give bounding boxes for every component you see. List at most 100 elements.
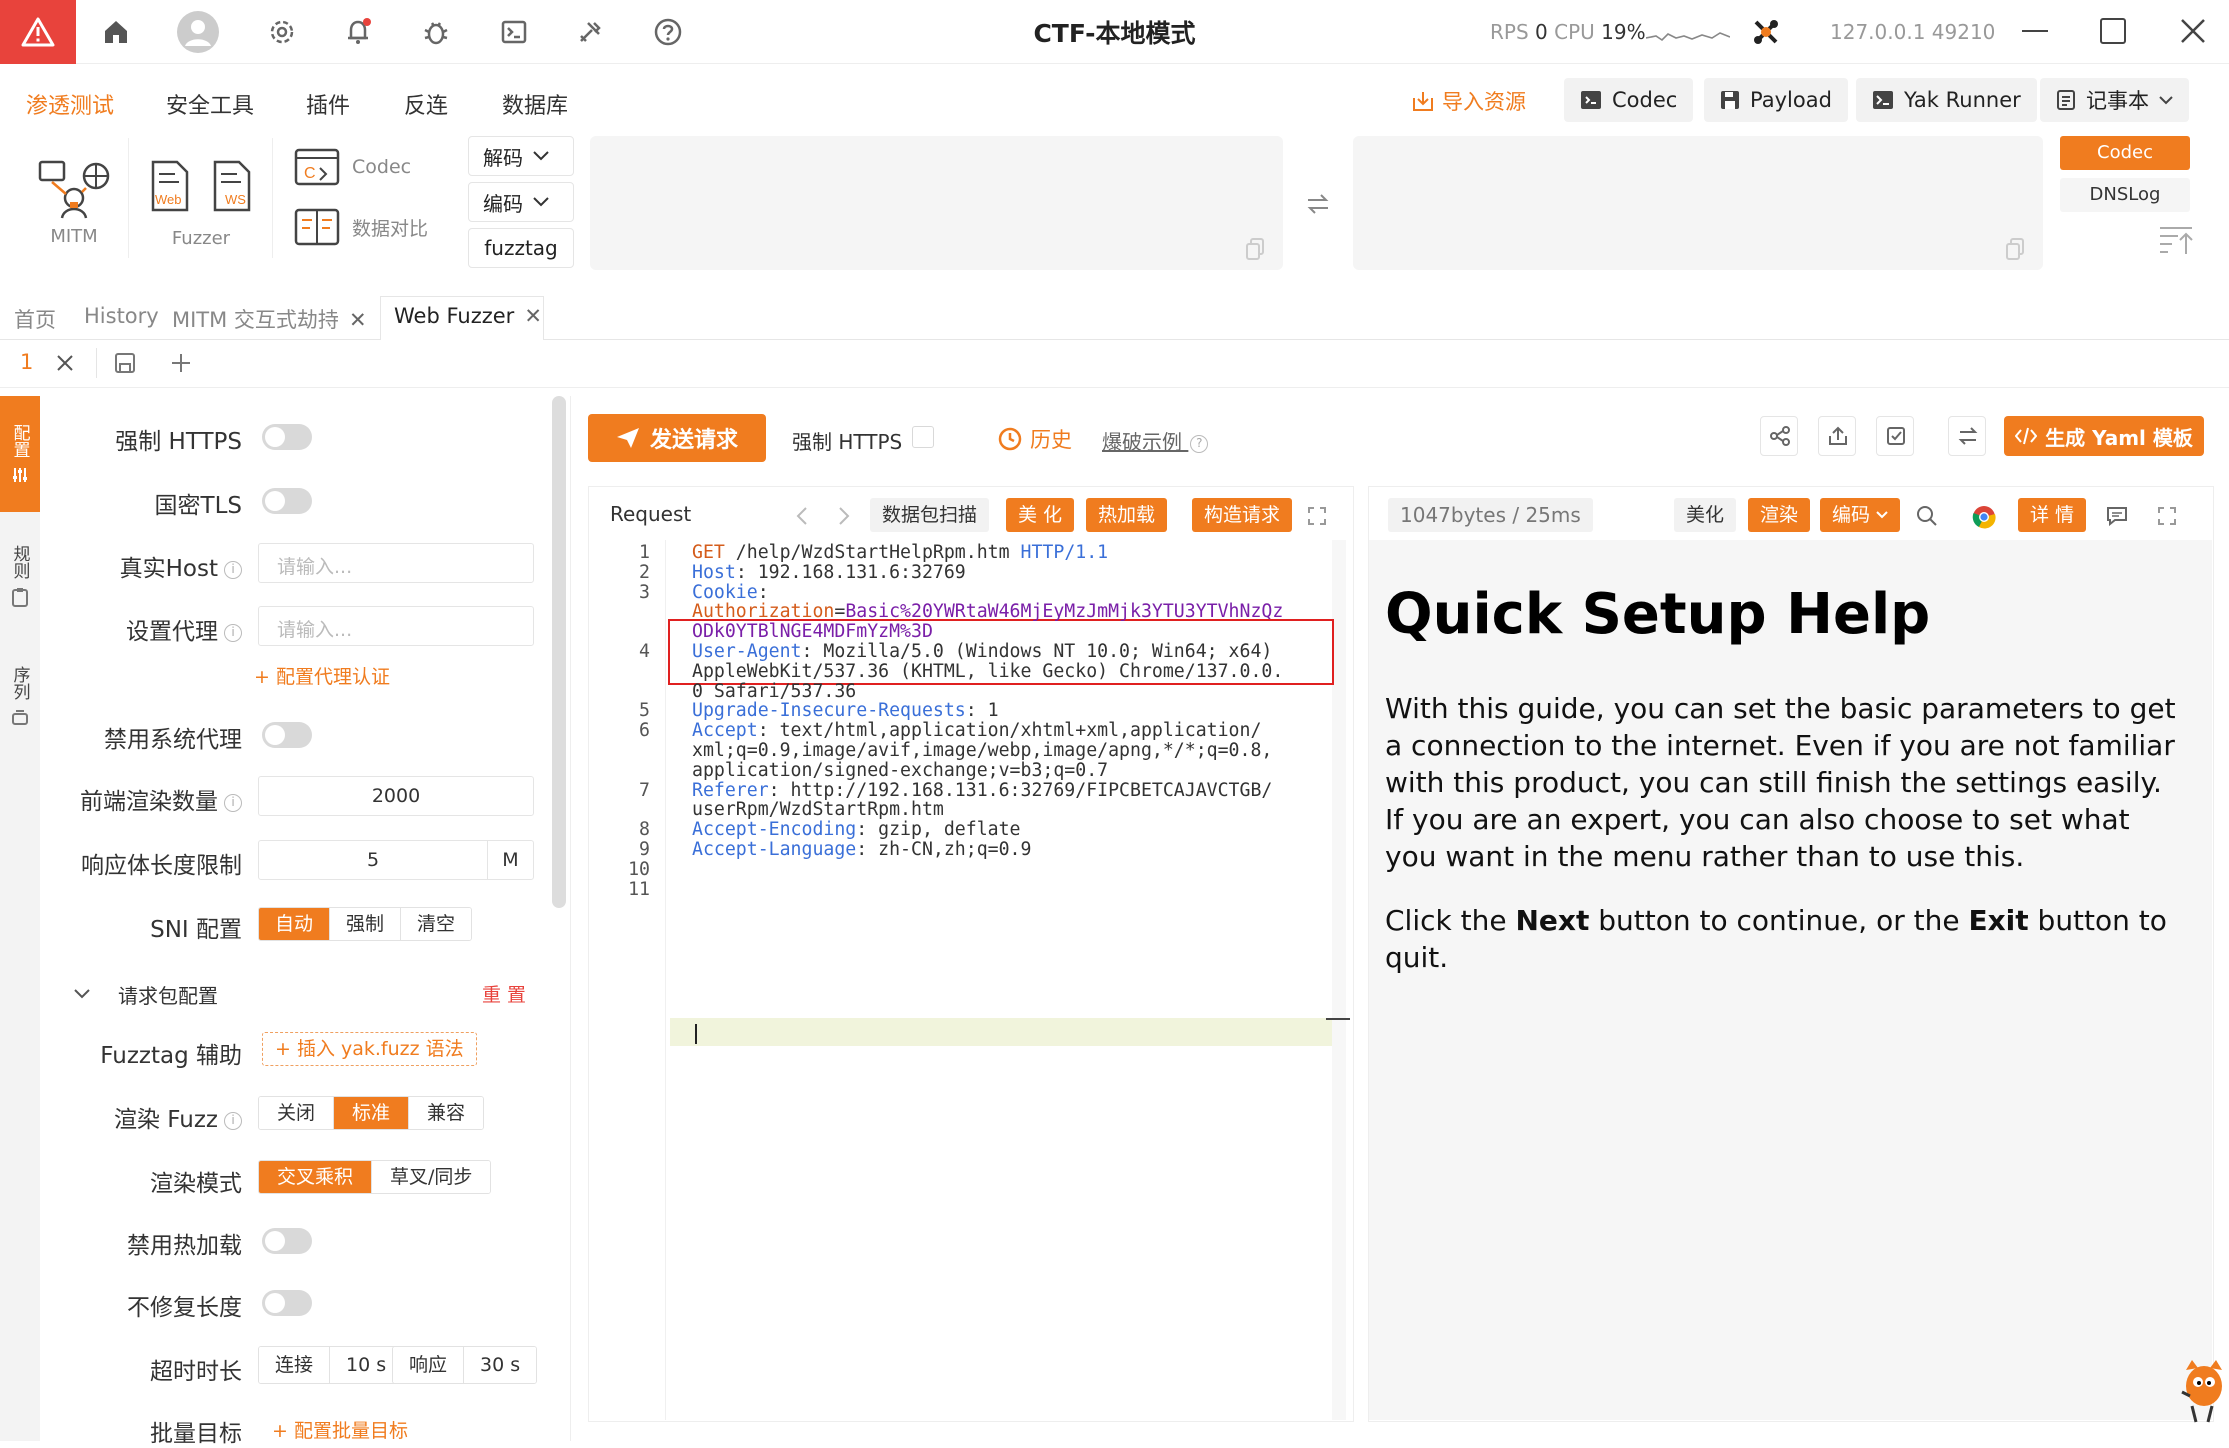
tab-history[interactable]: History [84, 304, 159, 328]
no-fix-length-toggle[interactable] [262, 1290, 312, 1316]
codec-side-tab[interactable]: Codec [2060, 136, 2190, 170]
encode-dropdown[interactable]: 编码 [468, 182, 574, 222]
sort-icon[interactable] [2158, 224, 2194, 256]
import-button[interactable] [1876, 416, 1914, 456]
response-encode-dropdown[interactable]: 编码 [1820, 498, 1901, 532]
engine-logo-icon[interactable] [1750, 16, 1782, 48]
force-https-toggle[interactable] [262, 424, 312, 450]
force-https-checkbox[interactable] [912, 426, 934, 448]
user-avatar-icon[interactable] [176, 10, 220, 54]
history-button[interactable]: 历史 [998, 424, 1072, 454]
menu-security-tools[interactable]: 安全工具 [166, 88, 254, 120]
gm-tls-toggle[interactable] [262, 488, 312, 514]
real-host-input[interactable]: 请输入... [258, 543, 534, 583]
generate-yaml-button[interactable]: 生成 Yaml 模板 [2004, 416, 2204, 456]
menu-reverse[interactable]: 反连 [404, 88, 448, 120]
response-timeout-input[interactable]: 响应 30 s [392, 1346, 538, 1384]
bell-icon[interactable] [340, 14, 376, 50]
expand-icon[interactable] [1308, 507, 1326, 525]
maximize-icon[interactable] [2100, 18, 2126, 44]
swap-icon[interactable] [1306, 192, 1330, 216]
beautify-button[interactable]: 美 化 [1006, 498, 1075, 532]
render-fuzz-compat-option[interactable]: 兼容 [409, 1097, 484, 1129]
packet-scan-button[interactable]: 数据包扫描 [870, 498, 990, 532]
render-mode-cross-option[interactable]: 交叉乘积 [259, 1161, 373, 1193]
codec-shortcut[interactable]: C Codec [294, 148, 411, 186]
mascot-icon[interactable] [2178, 1356, 2226, 1424]
example-link[interactable]: 爆破示例 ? [1102, 426, 1209, 455]
send-request-button[interactable]: 发送请求 [588, 414, 766, 462]
response-beautify-button[interactable]: 美化 [1674, 498, 1737, 532]
fuzzer-tool[interactable]: Web WS Fuzzer [148, 160, 254, 249]
close-icon[interactable] [56, 354, 74, 372]
proxy-input[interactable]: 请输入... [258, 606, 534, 646]
batch-config-link[interactable]: + 配置批量目标 [272, 1416, 408, 1443]
request-editor[interactable]: 1 GET /help/WzdStartHelpRpm.htm HTTP/1.1 2… [590, 540, 1353, 1420]
tools-icon[interactable] [572, 14, 608, 50]
settings-scrollbar[interactable] [552, 396, 566, 908]
insert-yak-fuzz-button[interactable]: + 插入 yak.fuzz 语法 [262, 1032, 477, 1066]
import-resource-button[interactable]: 导入资源 [1412, 86, 1526, 116]
render-count-input[interactable]: 2000 [258, 776, 534, 816]
response-details-button[interactable]: 详 情 [2018, 498, 2087, 532]
yak-runner-tool-button[interactable]: Yak Runner [1856, 78, 2037, 122]
warning-button[interactable] [0, 0, 76, 64]
payload-tool-button[interactable]: Payload [1704, 78, 1848, 122]
info-icon[interactable]: i [224, 1111, 242, 1130]
chrome-icon[interactable] [1972, 505, 1996, 529]
tab-web-fuzzer[interactable]: Web Fuzzer ✕ [394, 304, 542, 328]
copy-icon[interactable] [2005, 238, 2025, 260]
sub-tab-1[interactable]: 1 [20, 350, 33, 374]
menu-database[interactable]: 数据库 [502, 88, 568, 120]
chevron-right-icon[interactable] [838, 506, 850, 526]
body-limit-input[interactable]: 5 M [258, 840, 534, 880]
bug-icon[interactable] [418, 14, 454, 50]
rail-config[interactable]: 配置 [0, 396, 40, 512]
sni-clear-option[interactable]: 清空 [401, 908, 472, 940]
tab-home[interactable]: 首页 [14, 304, 56, 334]
sni-force-option[interactable]: 强制 [330, 908, 402, 940]
notebook-tool-button[interactable]: 记事本 [2040, 78, 2189, 122]
menu-plugins[interactable]: 插件 [306, 88, 350, 120]
chevron-left-icon[interactable] [796, 506, 808, 526]
close-tab-icon[interactable]: ✕ [524, 304, 542, 328]
codec-output-area[interactable] [1353, 136, 2043, 270]
info-icon[interactable]: i [224, 623, 242, 642]
decode-dropdown[interactable]: 解码 [468, 136, 574, 176]
save-icon[interactable] [114, 352, 136, 374]
request-config-section[interactable]: 请求包配置 重 置 [72, 980, 532, 1010]
expand-icon[interactable] [2158, 507, 2176, 525]
comment-icon[interactable] [2106, 506, 2128, 526]
codec-input-area[interactable] [590, 136, 1283, 270]
mitm-tool[interactable]: MITM [30, 156, 118, 247]
terminal-icon[interactable] [496, 14, 532, 50]
fuzztag-button[interactable]: fuzztag [468, 228, 574, 268]
minimize-icon[interactable] [2022, 30, 2048, 32]
settings-icon[interactable] [264, 14, 300, 50]
menu-pentest[interactable]: 渗透测试 [26, 88, 114, 120]
info-icon[interactable]: i [224, 560, 242, 579]
render-mode-sync-option[interactable]: 草叉/同步 [372, 1161, 491, 1193]
help-icon[interactable]: ? [1190, 434, 1209, 453]
proxy-auth-link[interactable]: + 配置代理认证 [254, 662, 390, 689]
render-fuzz-off-option[interactable]: 关闭 [259, 1097, 335, 1129]
editor-scrollbar[interactable] [1332, 540, 1346, 1420]
sni-auto-option[interactable]: 自动 [259, 908, 331, 940]
home-icon[interactable] [98, 14, 134, 50]
rail-sequence[interactable]: 序列 [0, 646, 40, 746]
construct-request-button[interactable]: 构造请求 [1192, 498, 1293, 532]
close-tab-icon[interactable]: ✕ [349, 308, 367, 332]
add-tab-icon[interactable] [170, 352, 192, 374]
disable-sys-proxy-toggle[interactable] [262, 722, 312, 748]
disable-hotload-toggle[interactable] [262, 1228, 312, 1254]
tab-mitm[interactable]: MITM 交互式劫持 ✕ [172, 304, 367, 334]
response-render-button[interactable]: 渲染 [1748, 498, 1811, 532]
render-fuzz-standard-option[interactable]: 标准 [334, 1097, 410, 1129]
hotload-button[interactable]: 热加载 [1086, 498, 1168, 532]
reset-button[interactable]: 重 置 [482, 980, 526, 1007]
export-button[interactable] [1818, 416, 1856, 456]
copy-icon[interactable] [1245, 238, 1265, 260]
info-icon[interactable]: i [224, 793, 242, 812]
connect-timeout-input[interactable]: 连接 10 s [258, 1346, 404, 1384]
swap-layout-button[interactable] [1948, 416, 1986, 456]
